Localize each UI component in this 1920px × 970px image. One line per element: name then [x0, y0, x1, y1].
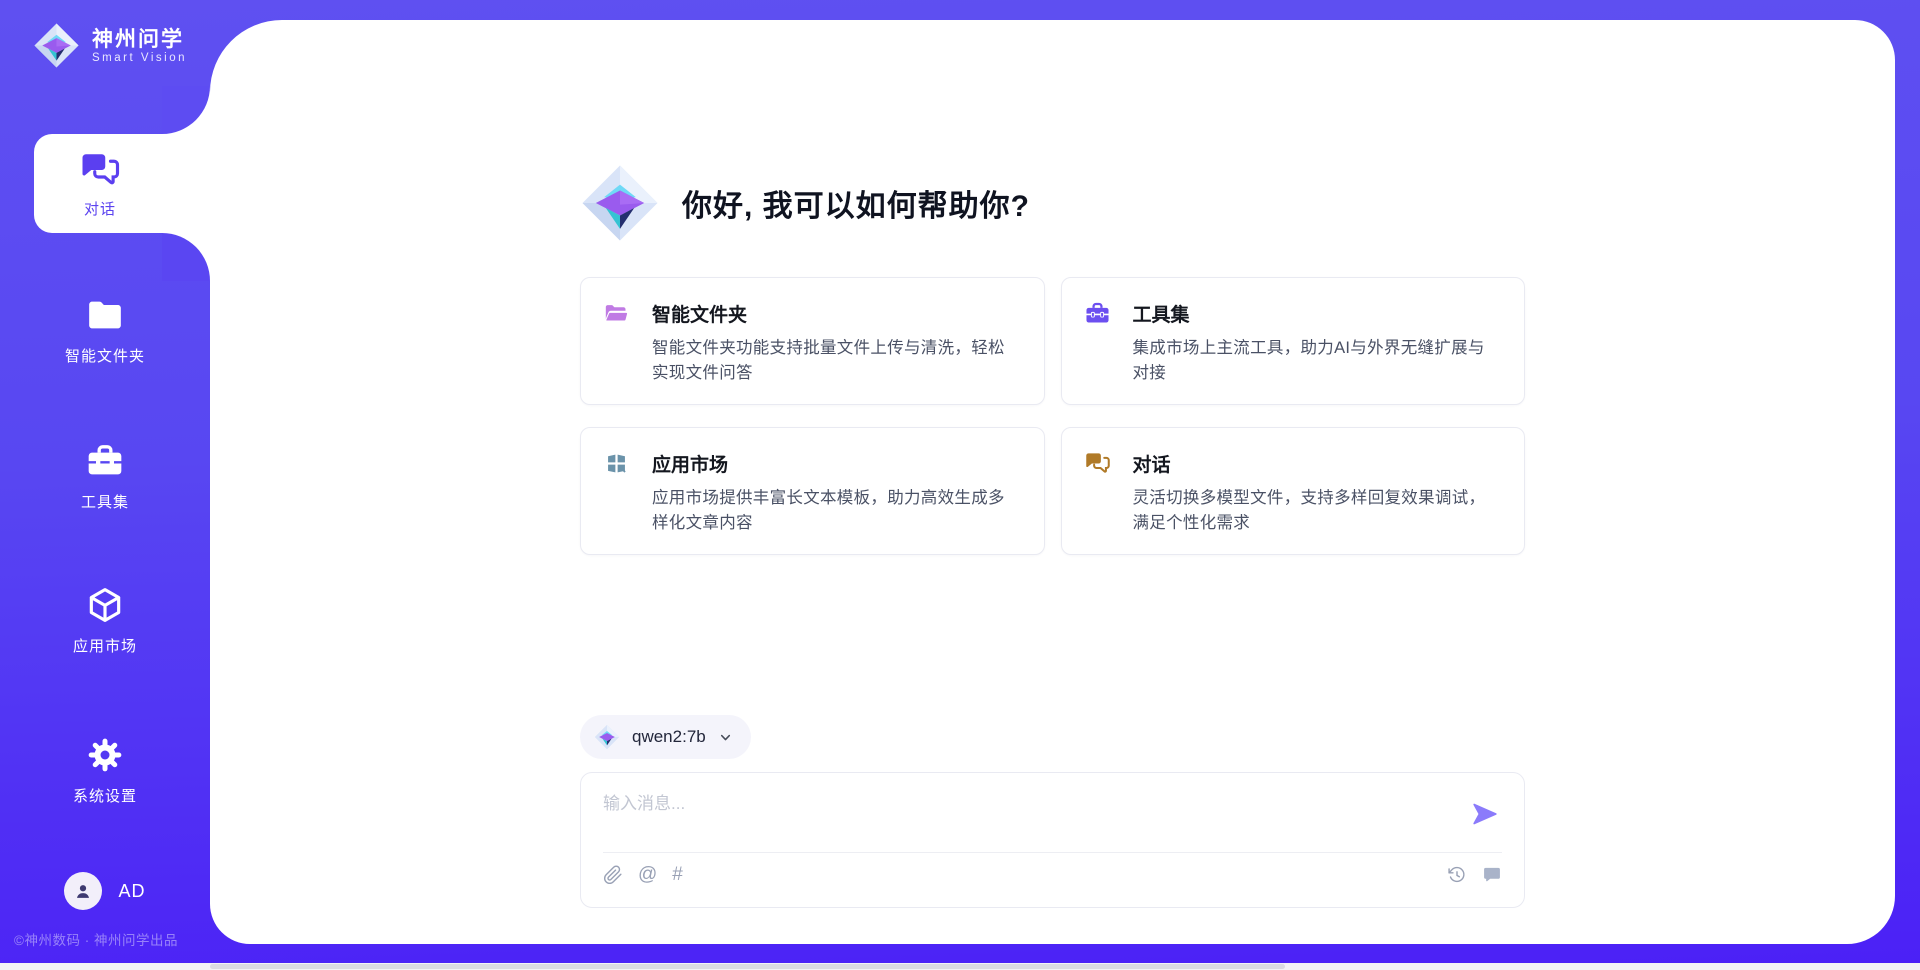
paperclip-icon: [603, 865, 623, 885]
attach-button[interactable]: [603, 865, 623, 885]
card-description: 集成市场上主流工具，助力AI与外界无缝扩展与对接: [1133, 336, 1501, 386]
greeting-logo-icon: [580, 162, 660, 244]
sidebar-item-smart-folder[interactable]: 智能文件夹: [0, 295, 210, 366]
sidebar-item-label: 应用市场: [73, 635, 137, 656]
scrollbar-thumb[interactable]: [210, 964, 1285, 969]
history-icon: [1447, 865, 1467, 885]
open-folder-icon: [603, 300, 630, 327]
sidebar-item-settings[interactable]: 系统设置: [0, 735, 210, 806]
card-title: 智能文件夹: [652, 300, 747, 327]
greeting-title: 你好, 我可以如何帮助你?: [682, 181, 1030, 225]
chevron-down-icon: [718, 730, 733, 745]
card-app-market[interactable]: 应用市场 应用市场提供丰富长文本模板，助力高效生成多样化文章内容: [580, 427, 1045, 555]
cube-icon: [85, 585, 125, 625]
diamond-logo-icon: [33, 22, 80, 69]
topic-button[interactable]: #: [672, 865, 683, 885]
feature-cards: 智能文件夹 智能文件夹功能支持批量文件上传与清洗，轻松实现文件问答: [580, 277, 1525, 555]
brand-subtitle: Smart Vision: [92, 52, 187, 64]
sidebar-item-label: 对话: [84, 198, 116, 219]
send-icon: [1472, 801, 1498, 827]
chat-bubble-icon: [1482, 865, 1502, 885]
user-profile[interactable]: AD: [0, 872, 210, 910]
card-title: 对话: [1133, 450, 1171, 477]
tab-curve-bottom: [162, 233, 210, 281]
sidebar-item-label: 工具集: [81, 491, 129, 512]
toolbox-icon: [85, 441, 125, 481]
toolbox-icon: [1084, 300, 1111, 327]
model-name: qwen2:7b: [632, 727, 706, 747]
greeting: 你好, 我可以如何帮助你?: [580, 162, 1525, 244]
sidebar-item-app-market[interactable]: 应用市场: [0, 585, 210, 656]
message-input[interactable]: [603, 787, 1458, 845]
folder-icon: [85, 295, 125, 335]
mention-button[interactable]: @: [638, 865, 657, 885]
sidebar-item-toolset[interactable]: 工具集: [0, 441, 210, 512]
copyright: ©神州数码 · 神州问学出品: [14, 929, 178, 949]
gear-icon: [85, 735, 125, 775]
user-name: AD: [118, 881, 145, 902]
history-button[interactable]: [1447, 865, 1467, 885]
chat-bubbles-icon: [1084, 450, 1111, 477]
card-title: 工具集: [1133, 300, 1190, 327]
card-smart-folder[interactable]: 智能文件夹 智能文件夹功能支持批量文件上传与清洗，轻松实现文件问答: [580, 277, 1045, 405]
card-title: 应用市场: [652, 450, 728, 477]
sidebar-item-label: 系统设置: [73, 785, 137, 806]
sidebar-item-label: 智能文件夹: [65, 345, 145, 366]
model-logo-icon: [594, 724, 620, 750]
composer: @ #: [580, 772, 1525, 908]
tab-curve-top: [162, 86, 210, 134]
send-button[interactable]: [1472, 801, 1498, 827]
grid-cube-icon: [603, 450, 630, 477]
card-description: 应用市场提供丰富长文本模板，助力高效生成多样化文章内容: [652, 486, 1020, 536]
brand-name: 神州问学: [92, 27, 187, 52]
card-description: 智能文件夹功能支持批量文件上传与清洗，轻松实现文件问答: [652, 336, 1020, 386]
quick-reply-button[interactable]: [1482, 865, 1502, 885]
card-description: 灵活切换多模型文件，支持多样回复效果调试，满足个性化需求: [1133, 486, 1501, 536]
person-icon: [72, 880, 94, 902]
avatar: [64, 872, 102, 910]
card-chat[interactable]: 对话 灵活切换多模型文件，支持多样回复效果调试，满足个性化需求: [1061, 427, 1526, 555]
card-toolset[interactable]: 工具集 集成市场上主流工具，助力AI与外界无缝扩展与对接: [1061, 277, 1526, 405]
model-selector[interactable]: qwen2:7b: [580, 715, 751, 759]
at-icon: @: [638, 865, 657, 885]
hash-icon: #: [672, 865, 683, 885]
sidebar-item-chat[interactable]: 对话: [34, 134, 210, 233]
brand: 神州问学 Smart Vision: [33, 22, 187, 69]
chat-bubbles-icon: [79, 149, 121, 191]
horizontal-scrollbar[interactable]: [0, 963, 1920, 970]
app-window: { "brand": {"name": "神州问学", "subtitle": …: [0, 0, 1920, 970]
